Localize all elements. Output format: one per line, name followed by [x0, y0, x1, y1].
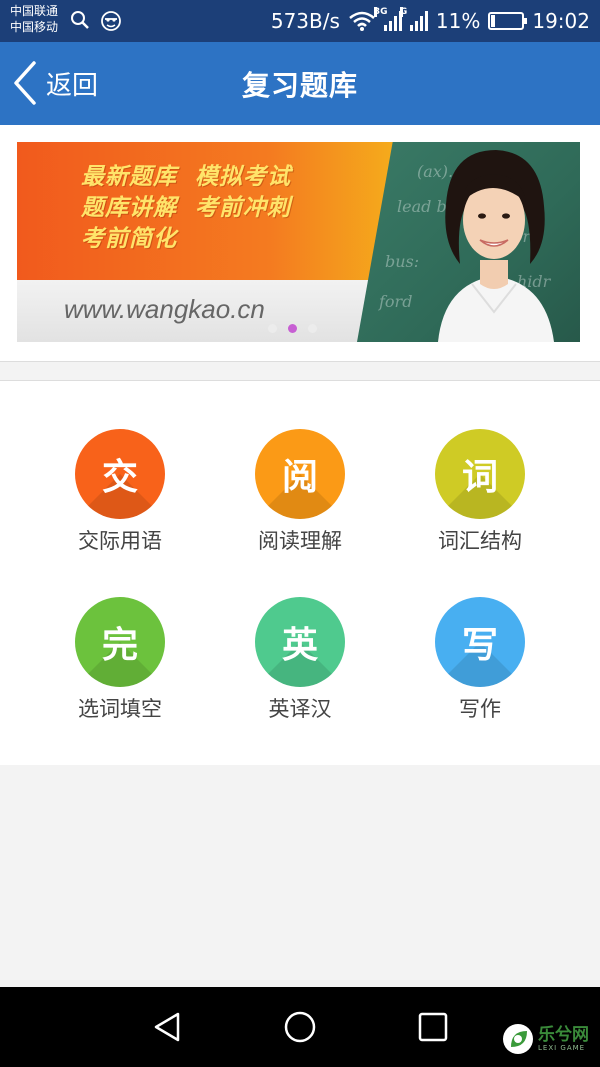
vocabulary-icon: 词 [435, 429, 525, 519]
watermark-logo-icon [503, 1024, 533, 1054]
menu-item-label: 阅读理解 [258, 529, 342, 553]
banner-url: www.wangkao.cn [64, 294, 265, 324]
banner-slogan: 最新题库 模拟考试 题库讲解 考前冲刺 考前简化 [81, 162, 291, 255]
slogan-line-3: 考前简化 [81, 226, 177, 252]
watermark-sub: LEXI GAME [538, 1044, 586, 1052]
communication-icon: 交 [75, 429, 165, 519]
menu-item-cloze[interactable]: 完 选词填空 [30, 597, 210, 723]
status-bar: 中国联通 中国移动 573B/s 3G G 11% 19:02 [0, 0, 600, 42]
writing-icon: 写 [435, 597, 525, 687]
app-header: 返回 复习题库 [0, 42, 600, 125]
carrier-2: 中国移动 [10, 20, 59, 34]
reading-icon: 阅 [255, 429, 345, 519]
nav-recents-icon[interactable] [415, 1009, 451, 1045]
network-speed: 573B/s [270, 9, 340, 33]
menu-item-label: 交际用语 [78, 529, 162, 553]
teacher-photo [438, 150, 554, 342]
menu-item-vocabulary[interactable]: 词 词汇结构 [390, 429, 570, 555]
carousel-dot-3[interactable] [308, 324, 317, 333]
translation-icon: 英 [255, 597, 345, 687]
menu-item-label: 英译汉 [268, 697, 332, 721]
menu-item-label: 词汇结构 [438, 529, 522, 553]
carousel-indicator [268, 324, 317, 333]
carousel-dot-1[interactable] [268, 324, 277, 333]
menu-item-writing[interactable]: 写 写作 [390, 597, 570, 723]
page-title: 复习题库 [241, 69, 358, 102]
menu-item-communication[interactable]: 交 交际用语 [30, 429, 210, 555]
signal-sim2-icon: G [399, 7, 428, 31]
nav-home-icon[interactable] [282, 1009, 318, 1045]
carrier-info: 中国联通 中国移动 [10, 3, 58, 35]
nav-back-icon[interactable] [150, 1009, 186, 1045]
battery-percent: 11% [435, 9, 481, 33]
face-mask-icon [101, 11, 121, 31]
sim1-network-type: 3G [373, 7, 388, 17]
slogan-line-2: 题库讲解 考前冲刺 [81, 195, 292, 221]
banner-section: (ax). lead b fore bus: hidr ford 最新题库 模拟… [0, 125, 600, 362]
watermark-brand: 乐兮网 [538, 1025, 589, 1045]
battery-icon [488, 12, 528, 30]
menu-item-label: 写作 [459, 697, 501, 721]
cloze-icon: 完 [75, 597, 165, 687]
menu-item-translation[interactable]: 英 英译汉 [210, 597, 390, 723]
wifi-icon [349, 11, 375, 31]
board-text-6: ford [379, 292, 413, 311]
banner-carousel[interactable]: (ax). lead b fore bus: hidr ford 最新题库 模拟… [17, 142, 580, 342]
clock: 19:02 [532, 9, 590, 33]
sim2-network-type: G [399, 7, 408, 17]
menu-item-reading[interactable]: 阅 阅读理解 [210, 429, 390, 555]
carrier-1: 中国联通 [10, 4, 59, 18]
watermark: 乐兮网 LEXI GAME [502, 1023, 589, 1055]
slogan-line-1: 最新题库 模拟考试 [81, 164, 292, 190]
search-icon [71, 11, 89, 29]
menu-item-label: 选词填空 [78, 697, 162, 721]
carousel-dot-2[interactable] [288, 324, 297, 333]
category-grid: 交 交际用语 阅 阅读理解 词 词汇结构 完 选词填空 英 英译汉 写 写作 [0, 380, 600, 765]
